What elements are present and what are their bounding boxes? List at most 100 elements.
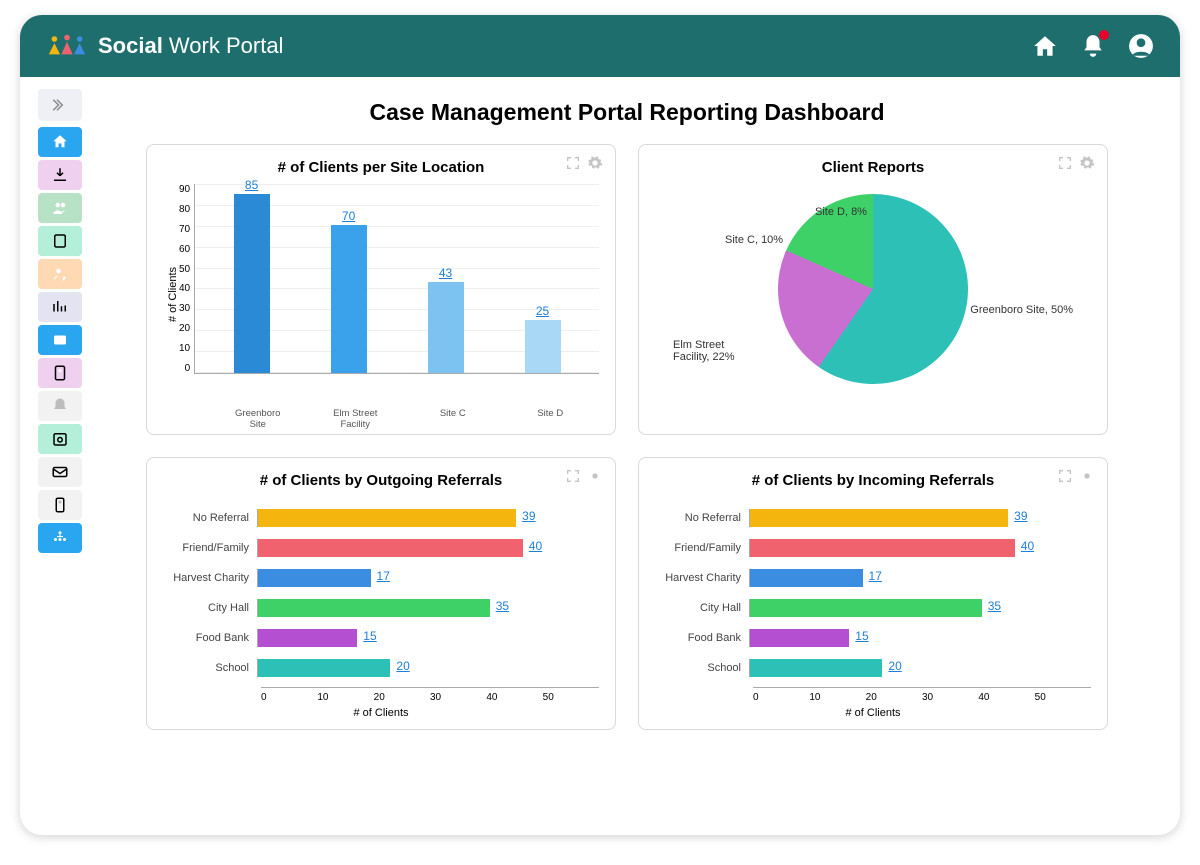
pie-label-site-c: Site C, 10% <box>725 234 783 246</box>
bar <box>234 194 270 373</box>
hbar-label: No Referral <box>659 512 749 524</box>
nav-stats[interactable] <box>38 292 82 322</box>
nav-download[interactable] <box>38 160 82 190</box>
nav-user-edit[interactable] <box>38 259 82 289</box>
bar-value[interactable]: 25 <box>536 304 549 318</box>
fullscreen-icon[interactable] <box>565 468 581 484</box>
hbar-value[interactable]: 17 <box>869 569 882 583</box>
app-frame: Social Work Portal Case Management Porta… <box>20 15 1180 835</box>
hbar-label: Friend/Family <box>167 542 257 554</box>
nav-bell[interactable] <box>38 391 82 421</box>
hbar: 17 <box>750 569 863 587</box>
hbar-label: School <box>167 662 257 674</box>
home-icon[interactable] <box>1032 33 1058 59</box>
hbar: 35 <box>750 599 982 617</box>
hbar-value[interactable]: 15 <box>855 629 868 643</box>
card-title: Client Reports <box>655 159 1091 176</box>
hbar-value[interactable]: 15 <box>363 629 376 643</box>
card-incoming-referrals: # of Clients by Incoming Referrals No Re… <box>638 457 1108 730</box>
nav-org[interactable] <box>38 523 82 553</box>
bar-value[interactable]: 43 <box>439 266 452 280</box>
nav-badge[interactable] <box>38 490 82 520</box>
hbar: 15 <box>258 629 357 647</box>
x-axis-label: # of Clients <box>163 707 599 719</box>
card-title: # of Clients per Site Location <box>163 159 599 176</box>
card-title: # of Clients by Incoming Referrals <box>655 472 1091 489</box>
nav-people[interactable] <box>38 193 82 223</box>
brand: Social Work Portal <box>46 33 283 59</box>
nav-mail[interactable] <box>38 457 82 487</box>
hbar: 40 <box>750 539 1015 557</box>
hbar-value[interactable]: 35 <box>988 599 1001 613</box>
y-axis-ticks: 9080706050403020100 <box>179 184 194 374</box>
hbar: 39 <box>750 509 1008 527</box>
fullscreen-icon[interactable] <box>1057 468 1073 484</box>
brand-text: Social Work Portal <box>98 33 283 59</box>
hbar: 40 <box>258 539 523 557</box>
fullscreen-icon[interactable] <box>1057 155 1073 171</box>
hbar-value[interactable]: 40 <box>529 539 542 553</box>
card-title: # of Clients by Outgoing Referrals <box>163 472 599 489</box>
x-axis-ticks: 01020304050 <box>261 687 599 703</box>
notification-badge <box>1099 30 1109 40</box>
bell-icon[interactable] <box>1080 33 1106 59</box>
bar <box>428 282 464 373</box>
hbar-label: Friend/Family <box>659 542 749 554</box>
page-title: Case Management Portal Reporting Dashboa… <box>104 99 1150 126</box>
hbar-value[interactable]: 40 <box>1021 539 1034 553</box>
hbar-label: City Hall <box>167 602 257 614</box>
nav-calendar[interactable] <box>38 424 82 454</box>
pie-chart: Greenboro Site, 50% Elm Street Facility,… <box>655 184 1091 424</box>
hbar-plot: No Referral39Friend/Family40Harvest Char… <box>163 497 599 687</box>
x-axis-categories: Greenboro SiteElm Street FacilitySite CS… <box>163 404 599 422</box>
hbar-value[interactable]: 20 <box>396 659 409 673</box>
hbar-label: Food Bank <box>167 632 257 644</box>
hbar: 17 <box>258 569 371 587</box>
y-axis-label: # of Clients <box>163 184 179 404</box>
card-client-reports: Client Reports Greenboro Site, 50% Elm S… <box>638 144 1108 435</box>
nav-chat[interactable] <box>38 325 82 355</box>
sidebar-expand-button[interactable] <box>38 89 82 121</box>
bar-value[interactable]: 70 <box>342 209 355 223</box>
bar-value[interactable]: 85 <box>245 178 258 192</box>
nav-contact[interactable] <box>38 358 82 388</box>
main-content: Case Management Portal Reporting Dashboa… <box>94 77 1180 835</box>
account-icon[interactable] <box>1128 33 1154 59</box>
hbar: 15 <box>750 629 849 647</box>
nav-clipboard[interactable] <box>38 226 82 256</box>
bar <box>331 225 367 373</box>
bar-plot: 85704325 <box>194 184 599 374</box>
gear-icon[interactable] <box>587 155 603 171</box>
pie-label-elm: Elm Street Facility, 22% <box>673 339 753 363</box>
card-clients-per-site: # of Clients per Site Location # of Clie… <box>146 144 616 435</box>
hbar-label: Harvest Charity <box>659 572 749 584</box>
gear-icon[interactable] <box>587 468 603 484</box>
topbar: Social Work Portal <box>20 15 1180 77</box>
x-axis-label: # of Clients <box>655 707 1091 719</box>
hbar: 20 <box>258 659 390 677</box>
hbar: 35 <box>258 599 490 617</box>
gear-icon[interactable] <box>1079 155 1095 171</box>
hbar-value[interactable]: 39 <box>1014 509 1027 523</box>
bar <box>525 320 561 373</box>
gear-icon[interactable] <box>1079 468 1095 484</box>
hbar-value[interactable]: 39 <box>522 509 535 523</box>
topbar-actions <box>1032 33 1154 59</box>
brand-logo-icon <box>46 33 88 59</box>
nav-home[interactable] <box>38 127 82 157</box>
sidebar <box>20 77 94 835</box>
card-outgoing-referrals: # of Clients by Outgoing Referrals No Re… <box>146 457 616 730</box>
pie-label-greenboro: Greenboro Site, 50% <box>970 304 1073 316</box>
hbar-value[interactable]: 20 <box>888 659 901 673</box>
hbar: 39 <box>258 509 516 527</box>
hbar-value[interactable]: 35 <box>496 599 509 613</box>
pie-label-site-d: Site D, 8% <box>815 206 867 218</box>
hbar-label: No Referral <box>167 512 257 524</box>
fullscreen-icon[interactable] <box>565 155 581 171</box>
hbar-label: Harvest Charity <box>167 572 257 584</box>
hbar-label: City Hall <box>659 602 749 614</box>
hbar: 20 <box>750 659 882 677</box>
hbar-value[interactable]: 17 <box>377 569 390 583</box>
x-axis-ticks: 01020304050 <box>753 687 1091 703</box>
hbar-label: School <box>659 662 749 674</box>
